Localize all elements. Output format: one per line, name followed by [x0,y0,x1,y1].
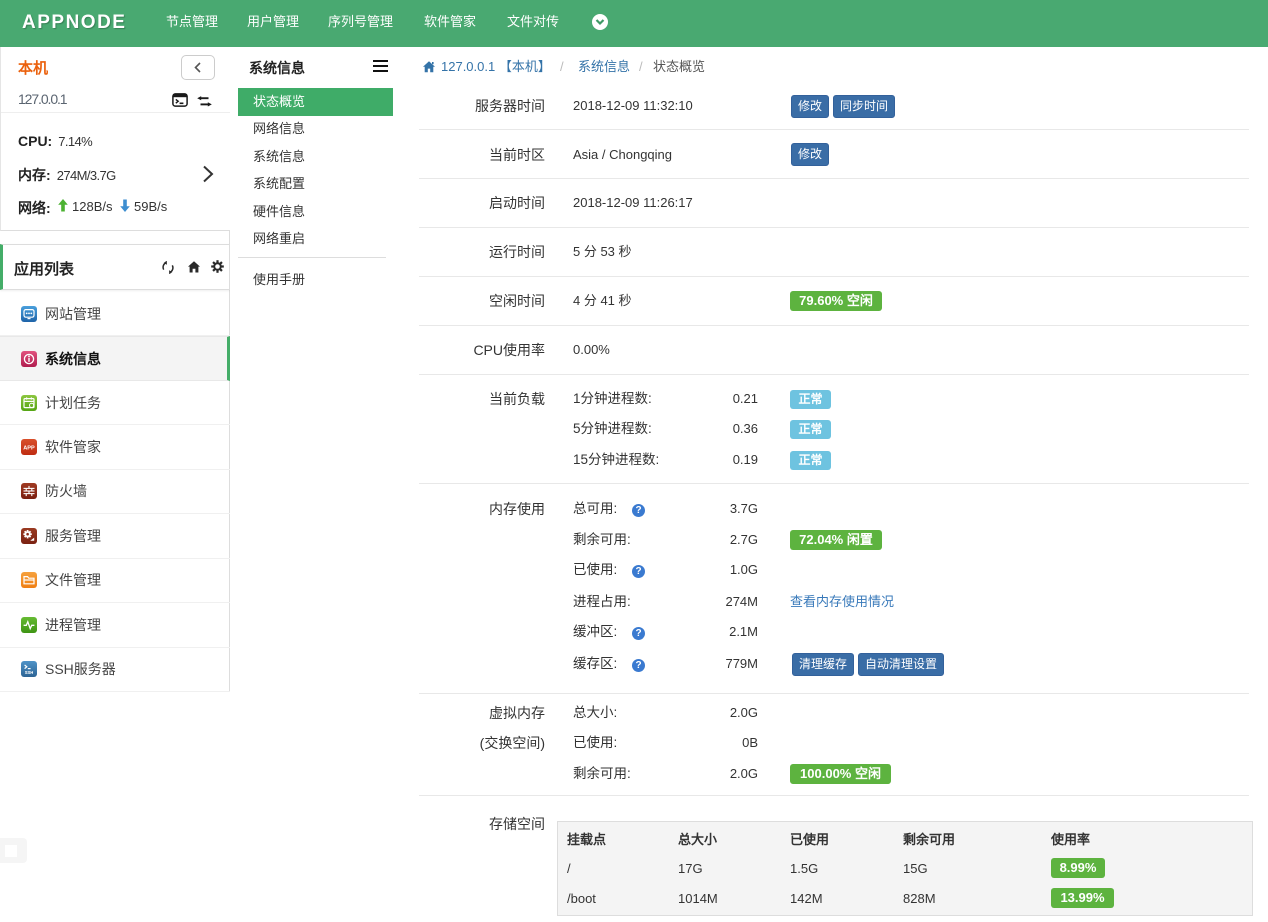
svg-text:APP: APP [23,446,35,452]
svg-text:SSH: SSH [25,670,34,675]
